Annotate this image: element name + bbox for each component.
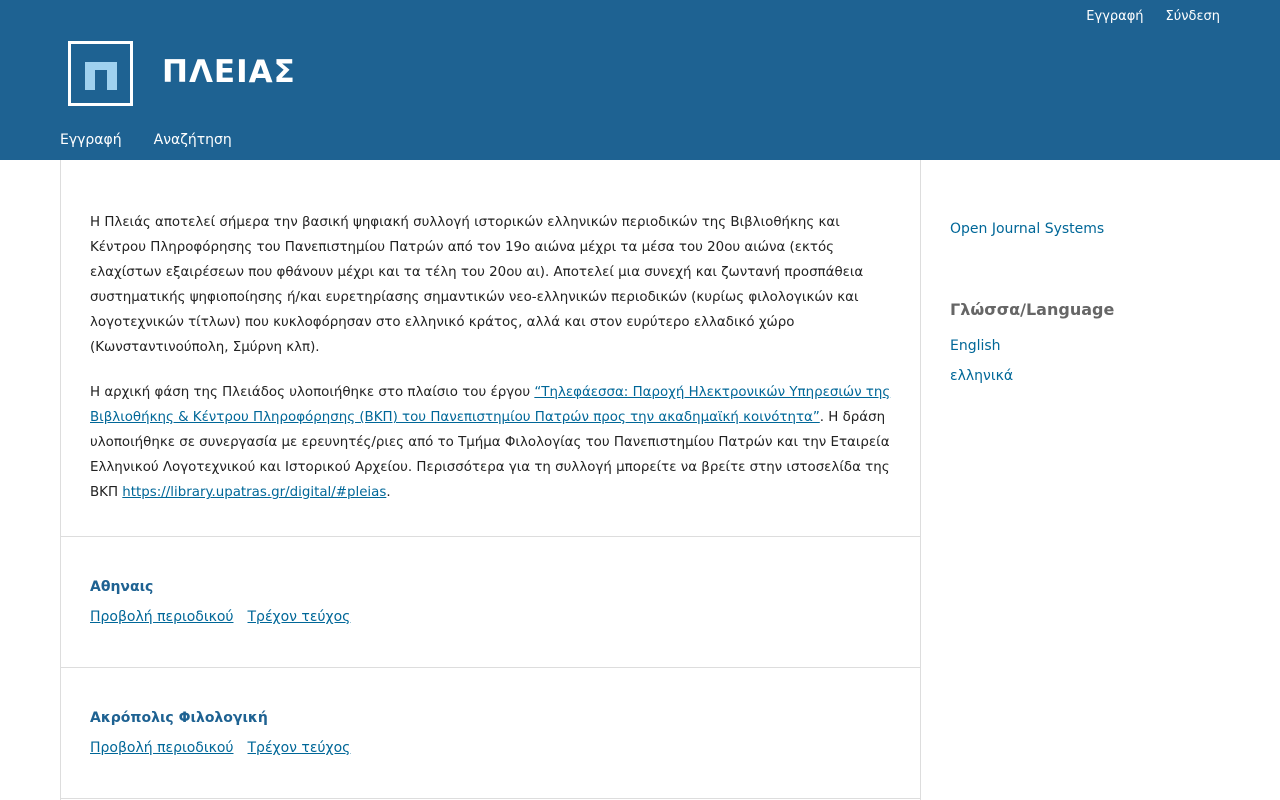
library-link[interactable]: https://library.upatras.gr/digital/#plei…	[122, 485, 386, 500]
journal-item: Αθηναις Προβολή περιοδικού Τρέχον τεύχος	[61, 537, 920, 668]
user-nav: Εγγραφή Σύνδεση	[1086, 0, 1220, 32]
login-link[interactable]: Σύνδεση	[1166, 9, 1220, 24]
journal-links: Προβολή περιοδικού Τρέχον τεύχος	[90, 607, 891, 627]
view-journal-link[interactable]: Προβολή περιοδικού	[90, 607, 234, 627]
pi-letter-logo-icon[interactable]	[68, 41, 133, 106]
nav-search[interactable]: Αναζήτηση	[154, 132, 232, 148]
ojs-link[interactable]: Open Journal Systems	[950, 221, 1104, 237]
language-item: English	[950, 335, 1013, 365]
journal-links: Προβολή περιοδικού Τρέχον τεύχος	[90, 738, 891, 758]
view-journal-link[interactable]: Προβολή περιοδικού	[90, 738, 234, 758]
site-header: Εγγραφή Σύνδεση ΠΛΕΙΑΣ Εγγραφή Αναζήτηση	[0, 0, 1280, 160]
current-issue-link[interactable]: Τρέχον τεύχος	[248, 738, 351, 758]
about-paragraph-2: Η αρχική φάση της Πλειάδος υλοποιήθηκε σ…	[90, 380, 891, 505]
journal-title[interactable]: Αθηναις	[90, 577, 891, 597]
language-block-title: Γλώσσα/Language	[950, 300, 1115, 319]
journal-item: Ακρόπολις Φιλολογική Προβολή περιοδικού …	[61, 668, 920, 799]
journal-title[interactable]: Ακρόπολις Φιλολογική	[90, 708, 891, 728]
language-item: ελληνικά	[950, 365, 1013, 395]
register-link[interactable]: Εγγραφή	[1086, 9, 1143, 24]
nav-register[interactable]: Εγγραφή	[60, 132, 122, 148]
site-name[interactable]: ΠΛΕΙΑΣ	[162, 54, 296, 90]
about-paragraph-2-text: Η αρχική φάση της Πλειάδος υλοποιήθηκε σ…	[90, 385, 535, 400]
main-content: Η Πλειάς αποτελεί σήμερα την βασική ψηφι…	[60, 160, 921, 800]
about-paragraph-1: Η Πλειάς αποτελεί σήμερα την βασική ψηφι…	[90, 215, 864, 355]
language-list: English ελληνικά	[950, 335, 1013, 395]
language-greek-link[interactable]: ελληνικά	[950, 368, 1013, 384]
about-paragraph-2-end: .	[386, 485, 391, 500]
about-section: Η Πλειάς αποτελεί σήμερα την βασική ψηφι…	[61, 160, 920, 537]
language-english-link[interactable]: English	[950, 338, 1001, 354]
current-issue-link[interactable]: Τρέχον τεύχος	[248, 607, 351, 627]
primary-nav: Εγγραφή Αναζήτηση	[60, 124, 232, 156]
